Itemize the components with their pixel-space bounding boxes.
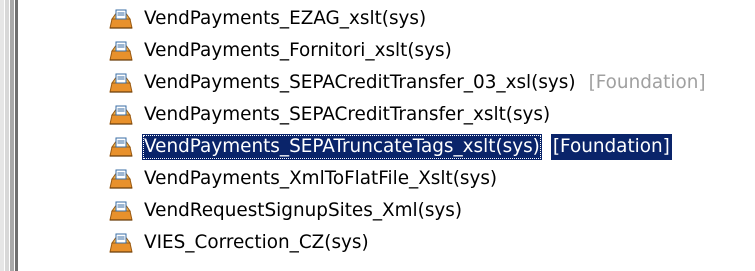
folder-document-icon — [108, 135, 134, 159]
folder-document-icon — [108, 39, 134, 63]
tree-item[interactable]: VendPayments_EZAG_xslt(sys) — [108, 5, 428, 33]
folder-document-icon — [108, 7, 134, 31]
tree-item-selected[interactable]: VendPayments_SEPATruncateTags_xslt(sys) … — [108, 133, 672, 161]
folder-document-icon — [108, 231, 134, 255]
tree-item-label: VendPayments_XmlToFlatFile_Xslt(sys) — [144, 168, 498, 189]
folder-document-icon — [108, 103, 134, 127]
tree-item-label: VIES_Correction_CZ(sys) — [144, 232, 369, 253]
tree-item-label: VendPayments_SEPACreditTransfer_xslt(sys… — [144, 104, 551, 125]
tree-left-rail — [0, 0, 24, 271]
tree-item-label: VendRequestSignupSites_Xml(sys) — [144, 200, 463, 221]
layer-tag: [Foundation] — [588, 72, 706, 93]
tree-item-label: VendPayments_EZAG_xslt(sys) — [144, 8, 427, 29]
tree-item-label: VendPayments_Fornitori_xslt(sys) — [144, 40, 452, 61]
folder-document-icon — [108, 199, 134, 223]
rail-line — [0, 0, 4, 271]
folder-document-icon — [108, 167, 134, 191]
tree-item[interactable]: VendPayments_Fornitori_xslt(sys) — [108, 37, 454, 65]
tree-item[interactable]: VIES_Correction_CZ(sys) — [108, 229, 371, 257]
aot-tree: VendPayments_EZAG_xslt(sys) VendPayments… — [108, 5, 753, 271]
rail-line — [10, 0, 14, 271]
rail-line — [15, 0, 18, 271]
rail-line — [5, 0, 9, 271]
folder-document-icon — [108, 71, 134, 95]
tree-item[interactable]: VendPayments_SEPACreditTransfer_xslt(sys… — [108, 101, 552, 129]
tree-item[interactable]: VendPayments_SEPACreditTransfer_03_xsl(s… — [108, 69, 708, 97]
tree-item-label: VendPayments_SEPACreditTransfer_03_xsl(s… — [144, 72, 576, 93]
tree-item[interactable]: VendRequestSignupSites_Xml(sys) — [108, 197, 464, 225]
layer-tag: [Foundation] — [550, 134, 672, 160]
tree-item[interactable]: VendPayments_XmlToFlatFile_Xslt(sys) — [108, 165, 499, 193]
tree-item-label: VendPayments_SEPATruncateTags_xslt(sys) — [142, 134, 542, 160]
